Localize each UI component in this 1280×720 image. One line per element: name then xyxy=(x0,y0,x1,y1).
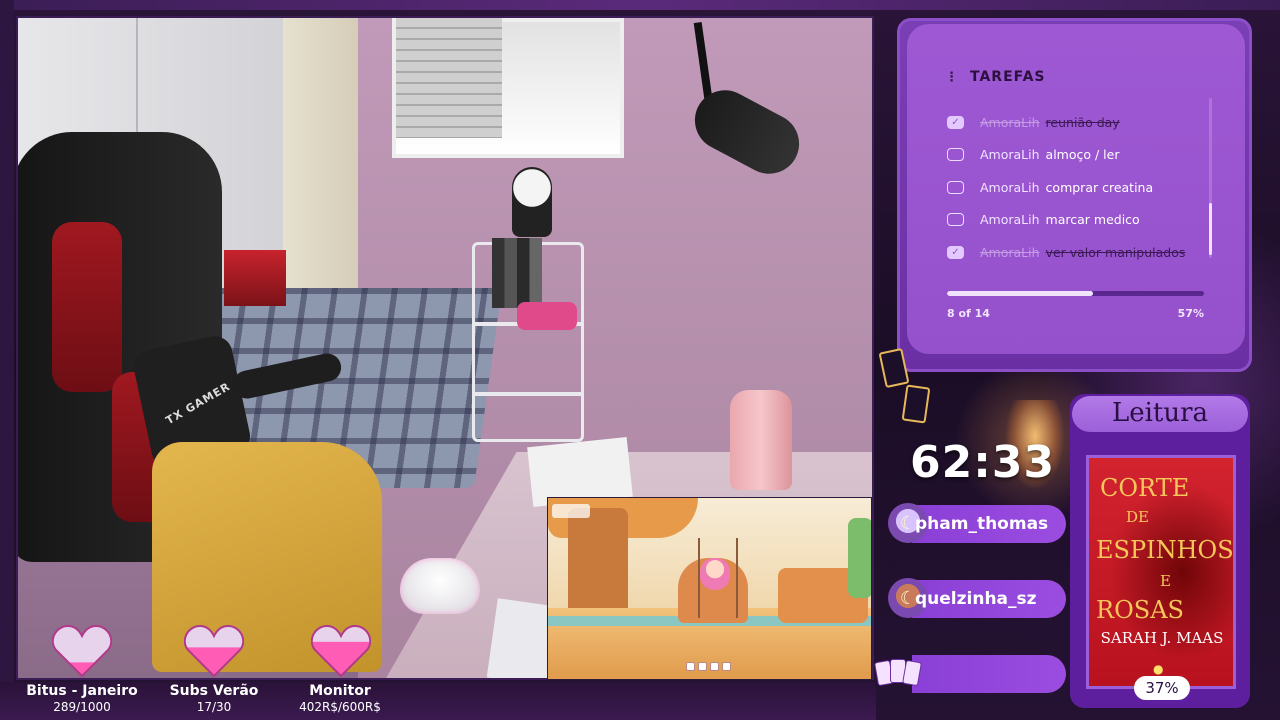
task-user: AmoraLih xyxy=(980,244,1040,260)
task-user: AmoraLih xyxy=(980,211,1040,227)
chat-username: quelzinha_sz xyxy=(915,589,1037,609)
hotbar-slot xyxy=(710,662,719,671)
task-text: marcar medico xyxy=(1045,211,1140,227)
task-text: comprar creatina xyxy=(1045,179,1154,195)
game-hud xyxy=(552,504,590,518)
game-hotbar xyxy=(686,662,736,674)
task-progress-fill xyxy=(947,291,1094,296)
game-bush xyxy=(848,518,871,598)
task-user: AmoraLih xyxy=(980,146,1040,162)
stat-value: 289/1000 xyxy=(53,700,111,714)
heart-icon xyxy=(184,624,244,678)
cam-window-blind xyxy=(396,18,502,138)
heart-icon xyxy=(52,624,112,678)
book-title-line: E xyxy=(1160,572,1171,590)
task-item[interactable]: AmoraLih marcar medico xyxy=(947,209,1140,229)
cam-mouse xyxy=(400,558,480,614)
cam-cart-shelf xyxy=(472,392,584,396)
book-title-line: ROSAS xyxy=(1096,596,1184,624)
game-tree xyxy=(568,508,628,618)
cam-pink-bag xyxy=(517,302,577,330)
tarot-cards-icon xyxy=(878,340,938,430)
cam-chair-red xyxy=(52,222,122,392)
book-title-line: ESPINHOS xyxy=(1096,536,1234,564)
task-text: ver valor manipulados xyxy=(1045,244,1186,260)
lightbulb-icon: ● xyxy=(1153,662,1164,676)
cam-bottle xyxy=(730,390,792,490)
reading-progress: 37% xyxy=(1134,676,1190,700)
task-item[interactable]: ✓ AmoraLih reunião day xyxy=(947,112,1120,132)
task-text: reunião day xyxy=(1045,114,1120,130)
stat-label: Monitor xyxy=(309,683,371,699)
stat-label: Subs Verão xyxy=(169,683,259,699)
stat-value: 17/30 xyxy=(196,700,232,714)
top-frame xyxy=(0,0,1280,10)
checkbox-icon[interactable]: ✓ xyxy=(947,245,964,259)
stat-value: 402R$/600R$ xyxy=(299,700,381,714)
game-character xyxy=(700,558,730,590)
task-user: AmoraLih xyxy=(980,179,1040,195)
game-capture xyxy=(547,497,872,680)
cam-books xyxy=(492,238,542,308)
checkbox-icon[interactable]: ✓ xyxy=(947,115,964,129)
task-count: 8 of 14 xyxy=(947,307,990,320)
heart-icon xyxy=(311,624,371,678)
task-item[interactable]: AmoraLih comprar creatina xyxy=(947,177,1153,197)
task-scroll-thumb[interactable] xyxy=(1209,203,1212,255)
cam-box xyxy=(224,250,286,306)
task-progress-bar xyxy=(947,291,1204,296)
task-title: TAREFAS xyxy=(970,69,1046,85)
task-text: almoço / ler xyxy=(1045,146,1120,162)
book-title-line: DE xyxy=(1126,508,1149,526)
hotbar-slot xyxy=(698,662,707,671)
cards-icon xyxy=(874,655,924,691)
checkbox-icon[interactable] xyxy=(947,212,964,226)
hotbar-slot xyxy=(722,662,731,671)
hotbar-slot xyxy=(686,662,695,671)
checkbox-icon[interactable] xyxy=(947,180,964,194)
cam-figure xyxy=(512,167,552,237)
left-frame xyxy=(0,0,14,720)
task-scrollbar[interactable] xyxy=(1209,98,1212,258)
task-percent: 57% xyxy=(1177,307,1204,320)
chat-user-pill: ☾ pham_thomas xyxy=(888,503,1066,543)
book-author: SARAH J. MAAS xyxy=(1100,629,1224,647)
chat-pill-background xyxy=(912,655,1066,693)
task-user: AmoraLih xyxy=(980,114,1040,130)
task-header: ⋮ TAREFAS xyxy=(945,68,1046,86)
stat-label: Bitus - Janeiro xyxy=(26,683,138,699)
chat-user-pill: ☾ quelzinha_sz xyxy=(888,578,1066,618)
kebab-menu-icon: ⋮ xyxy=(945,69,958,85)
task-item[interactable]: AmoraLih almoço / ler xyxy=(947,144,1120,164)
checkbox-icon[interactable] xyxy=(947,147,964,161)
task-item[interactable]: ✓ AmoraLih ver valor manipulados xyxy=(947,242,1185,262)
chat-username: pham_thomas xyxy=(915,514,1049,534)
reading-title: Leitura xyxy=(1072,396,1248,432)
timer: 62:33 xyxy=(910,437,1056,488)
book-title-line: CORTE xyxy=(1100,474,1190,502)
